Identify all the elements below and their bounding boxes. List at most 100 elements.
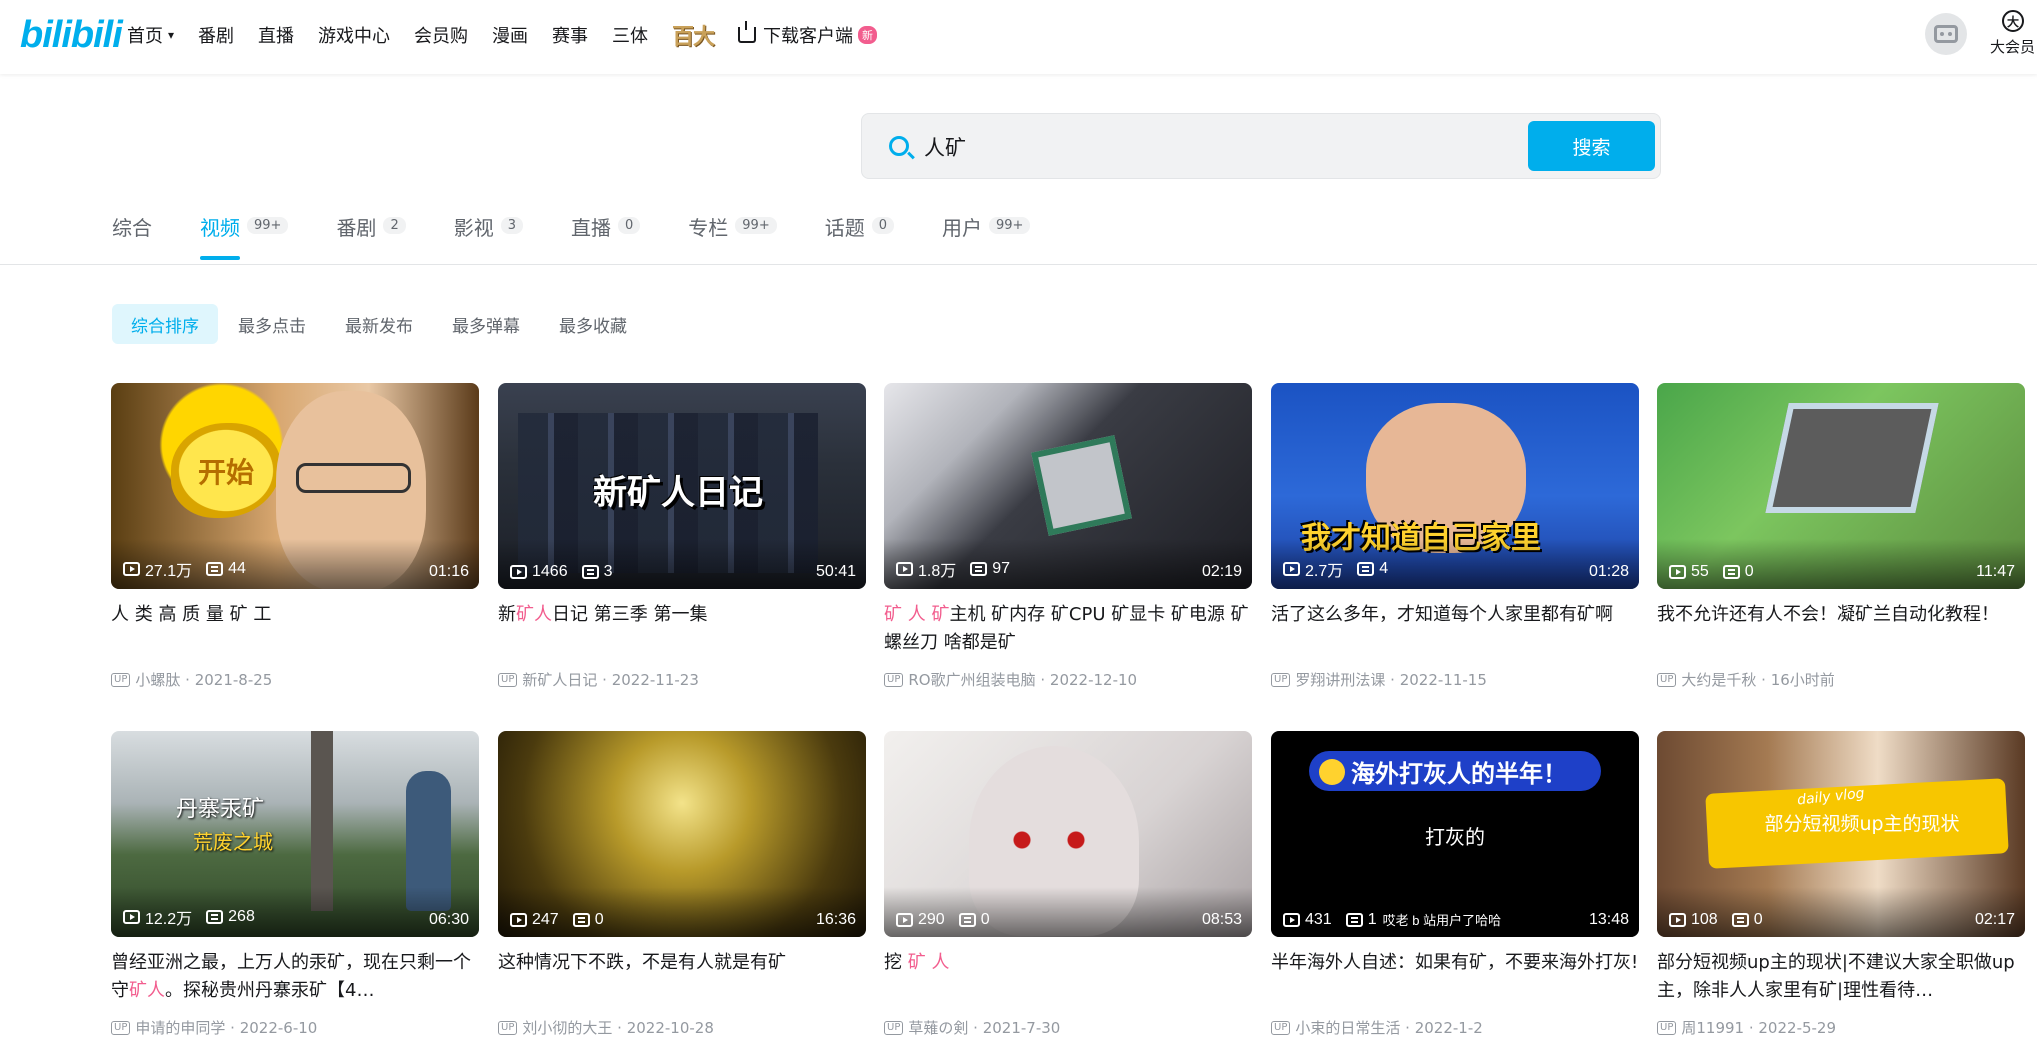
play-count: 27.1万	[123, 557, 192, 581]
video-thumbnail[interactable]: 我才知道自己家里 2.7万 4 01:28	[1271, 383, 1639, 589]
video-thumbnail[interactable]: 开始 27.1万 44 01:16	[111, 383, 479, 589]
video-title[interactable]: 半年海外人自述：如果有矿，不要来海外打灰!	[1271, 949, 1639, 1005]
danmaku-count-value: 4	[1379, 560, 1389, 577]
video-card[interactable]: 我才知道自己家里 2.7万 4 01:28 活了这么多年，才知道每个人家里都有矿…	[1271, 383, 1639, 690]
uploader-name[interactable]: 草薙の剣	[908, 1017, 968, 1038]
video-card[interactable]: daily vlog 部分短视频up主的现状 108 0 02:17 部分短视频u…	[1657, 731, 2025, 1038]
video-thumbnail[interactable]: 55 0 11:47	[1657, 383, 2025, 589]
video-title[interactable]: 活了这么多年，才知道每个人家里都有矿啊	[1271, 601, 1639, 657]
nav-three-body[interactable]: 三体	[612, 22, 648, 48]
uploader-name[interactable]: 刘小彻的大王	[522, 1017, 612, 1038]
uploader-name[interactable]: 大约是千秋	[1681, 669, 1756, 690]
search-button[interactable]: 搜索	[1528, 121, 1655, 171]
video-card[interactable]: 新矿人日记 1466 3 50:41 新矿人日记 第三季 第一集 UP 新矿人日…	[498, 383, 866, 690]
video-title[interactable]: 曾经亚洲之最，上万人的汞矿，现在只剩一个守矿人。探秘贵州丹寨汞矿【4…	[111, 949, 479, 1005]
nav-bangumi[interactable]: 番剧	[198, 22, 234, 48]
search-bar: 搜索	[861, 113, 1661, 179]
publish-date: 2022-11-23	[611, 670, 699, 689]
tab-user[interactable]: 用户 99+	[942, 212, 1031, 260]
sort-most-danmaku[interactable]: 最多弹幕	[433, 304, 539, 344]
play-count-value: 1.8万	[918, 563, 957, 580]
video-thumbnail[interactable]: 290 0 08:53	[884, 731, 1252, 937]
video-card[interactable]: 开始 27.1万 44 01:16 人 类 高 质 量 矿 工 UP 小螺肽 ·…	[111, 383, 479, 690]
video-stats: 290 0	[896, 911, 1004, 929]
nav-match[interactable]: 赛事	[552, 22, 588, 48]
main-nav: 首页 ▾ 番剧 直播 游戏中心 会员购 漫画 赛事 三体 百大 下载客户端 新	[127, 0, 878, 70]
uploader-name[interactable]: 新矿人日记	[522, 669, 597, 690]
play-icon	[123, 910, 140, 924]
result-type-tabs: 综合 视频 99+ 番剧 2 影视 3 直播 0 专栏 99+ 话题 0 用户 99+	[112, 212, 1078, 262]
danmaku-count: 268	[206, 908, 255, 926]
sort-most-clicks[interactable]: 最多点击	[219, 304, 325, 344]
video-card[interactable]: 290 0 08:53 挖 矿 人 UP 草薙の剣 · 2021-7-30	[884, 731, 1252, 1038]
uploader-name[interactable]: RO歌广州组装电脑	[908, 669, 1035, 690]
tab-article[interactable]: 专栏 99+	[688, 212, 777, 260]
vip-entry[interactable]: 大 大会员	[1990, 10, 2037, 57]
download-client-link[interactable]: 下载客户端 新	[738, 21, 878, 48]
video-title[interactable]: 挖 矿 人	[884, 949, 1252, 1005]
sort-default[interactable]: 综合排序	[112, 304, 218, 344]
meta-separator: ·	[1744, 1018, 1759, 1037]
uploader-name[interactable]: 罗翔讲刑法课	[1295, 669, 1385, 690]
meta-separator: ·	[1756, 670, 1771, 689]
uploader-name[interactable]: 申请的申同学	[135, 1017, 225, 1038]
video-thumbnail[interactable]: 1.8万 97 02:19	[884, 383, 1252, 589]
play-icon	[123, 562, 140, 576]
nav-live[interactable]: 直播	[258, 22, 294, 48]
tab-all[interactable]: 综合	[112, 212, 152, 260]
nav-mall[interactable]: 会员购	[414, 22, 468, 48]
video-card[interactable]: 247 0 16:36 这种情况下不跌，不是有人就是有矿 UP 刘小彻的大王 ·…	[498, 731, 866, 1038]
video-title[interactable]: 这种情况下不跌，不是有人就是有矿	[498, 949, 866, 1005]
danmaku-count-value: 0	[1753, 911, 1763, 928]
video-duration: 01:16	[428, 563, 469, 580]
video-card[interactable]: 海外打灰人的半年！ 打灰的 431 1 哎老 b 站用户了哈哈 13:48 半年海外…	[1271, 731, 1639, 1038]
video-card[interactable]: 1.8万 97 02:19 矿 人 矿主机 矿内存 矿CPU 矿显卡 矿电源 矿…	[884, 383, 1252, 690]
tab-live[interactable]: 直播 0	[571, 212, 641, 260]
robot-avatar-icon	[1934, 25, 1958, 43]
nav-home[interactable]: 首页 ▾	[127, 22, 174, 48]
nav-manga[interactable]: 漫画	[492, 22, 528, 48]
publish-date: 2022-1-2	[1414, 1018, 1483, 1037]
tab-topic[interactable]: 话题 0	[825, 212, 894, 260]
tab-count-badge: 0	[618, 217, 641, 234]
danmaku-icon	[1345, 912, 1363, 927]
sort-most-favorites[interactable]: 最多收藏	[540, 304, 646, 344]
nav-game-center[interactable]: 游戏中心	[318, 22, 390, 48]
nav-baida-logo[interactable]: 百大	[672, 19, 715, 51]
video-thumbnail[interactable]: 海外打灰人的半年！ 打灰的 431 1 哎老 b 站用户了哈哈 13:48	[1271, 731, 1639, 937]
video-meta: UP 大约是千秋 · 16小时前	[1657, 669, 2025, 690]
video-title[interactable]: 我不允许还有人不会！凝矿兰自动化教程！	[1657, 601, 2025, 657]
thumb-caption: 部分短视频up主的现状	[1764, 813, 1960, 835]
vip-label: 大会员	[1990, 38, 2036, 56]
tab-film[interactable]: 影视 3	[454, 212, 523, 260]
search-input[interactable]	[924, 128, 1504, 166]
video-thumbnail[interactable]: 丹寨汞矿 荒废之城 12.2万 268 06:30	[111, 731, 479, 937]
tab-bangumi[interactable]: 番剧 2	[336, 212, 406, 260]
uploader-name[interactable]: 周11991	[1681, 1017, 1744, 1038]
sort-newest[interactable]: 最新发布	[326, 304, 432, 344]
up-icon: UP	[1271, 672, 1291, 687]
video-title[interactable]: 矿 人 矿主机 矿内存 矿CPU 矿显卡 矿电源 矿螺丝刀 啥都是矿	[884, 601, 1252, 657]
publish-date: 2022-5-29	[1758, 1018, 1837, 1037]
sort-options: 综合排序 最多点击 最新发布 最多弹幕 最多收藏	[112, 304, 647, 344]
publish-date: 2021-7-30	[982, 1018, 1061, 1037]
video-title[interactable]: 部分短视频up主的现状|不建议大家全职做up主，除非人人家里有矿|理性看待…	[1657, 949, 2025, 1005]
video-thumbnail[interactable]: 新矿人日记 1466 3 50:41	[498, 383, 866, 589]
tab-video[interactable]: 视频 99+	[200, 212, 289, 260]
bilibili-logo[interactable]: bilibili	[20, 14, 123, 57]
video-card[interactable]: 丹寨汞矿 荒废之城 12.2万 268 06:30 曾经亚洲之最，上万人的汞矿，现…	[111, 731, 479, 1038]
video-card[interactable]: 55 0 11:47 我不允许还有人不会！凝矿兰自动化教程！ UP 大约是千秋 …	[1657, 383, 2025, 690]
danmaku-count: 44	[206, 560, 246, 578]
thumb-figure	[1031, 435, 1132, 536]
play-icon	[896, 562, 913, 576]
video-title[interactable]: 人 类 高 质 量 矿 工	[111, 601, 479, 657]
video-thumbnail[interactable]: 247 0 16:36	[498, 731, 866, 937]
video-meta: UP 新矿人日记 · 2022-11-23	[498, 669, 866, 690]
video-title[interactable]: 新矿人日记 第三季 第一集	[498, 601, 866, 657]
user-avatar[interactable]	[1925, 13, 1967, 55]
keyword-highlight: 矿人	[129, 980, 165, 1001]
danmaku-icon	[970, 562, 988, 576]
uploader-name[interactable]: 小螺肽	[135, 669, 180, 690]
video-thumbnail[interactable]: daily vlog 部分短视频up主的现状 108 0 02:17	[1657, 731, 2025, 937]
uploader-name[interactable]: 小束的日常生活	[1295, 1017, 1400, 1038]
